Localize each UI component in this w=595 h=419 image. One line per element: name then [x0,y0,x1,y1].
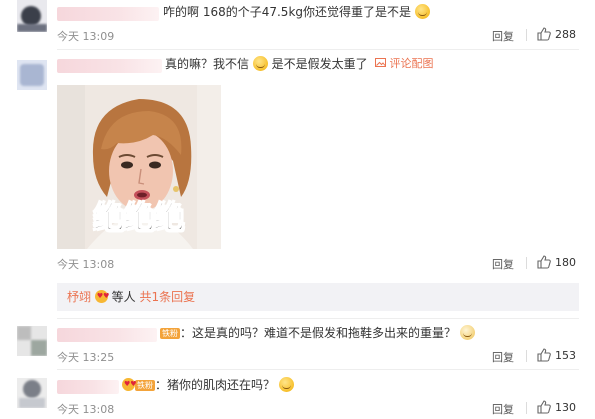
username[interactable] [57,380,119,394]
fan-badge: 铁粉 [160,328,180,339]
smile-emoji-icon [252,56,268,71]
meme-caption: 绝绝绝 [94,201,185,237]
comment-text: ♥♥ 铁粉 ：猪你的肌肉还在吗？ [122,377,294,393]
avatar[interactable] [17,0,47,32]
thumbs-up-icon [537,348,551,362]
like-button[interactable]: 180 [537,255,576,269]
username[interactable] [57,59,162,73]
reply-button[interactable]: 回复 [492,28,514,44]
tongue-out-emoji-icon [278,377,294,392]
comment-time: 今天 13:09 [57,30,115,43]
sub-reply-user[interactable]: 杼翊 [67,290,91,304]
sub-reply-others: 等人 [111,290,136,304]
comment-time: 今天 13:08 [57,258,115,271]
reply-button[interactable]: 回复 [492,256,514,272]
fan-badge: 铁粉 [135,380,155,391]
username[interactable] [57,7,159,21]
comment-time: 今天 13:08 [57,403,115,416]
divider [526,29,527,41]
like-button[interactable]: 288 [537,27,576,41]
image-icon [375,58,386,67]
heart-eyes-emoji-icon: ♥♥ [122,378,137,391]
sub-reply-count-link[interactable]: 共1条回复 [140,290,196,304]
like-button[interactable]: 130 [537,400,576,414]
comment-picture-link[interactable]: 评论配图 [375,56,434,72]
comment-image[interactable]: 绝绝绝 [57,85,221,249]
divider [526,402,527,414]
heart-eyes-emoji-icon: ♥♥ [94,290,109,303]
thumbs-up-icon [537,27,551,41]
cat-face-emoji-icon [459,325,475,340]
divider [526,257,527,269]
divider [526,350,527,362]
thumbs-up-icon [537,400,551,414]
like-button[interactable]: 153 [537,348,576,362]
comment-text: 咋的啊 168的个子47.5kg你还觉得重了是不是 [163,4,430,20]
reply-button[interactable]: 回复 [492,349,514,365]
comment-text: 铁粉 ：这是真的吗？难道不是假发和拖鞋多出来的重量？ [160,325,475,341]
comment-item: ♥♥ 铁粉 ：猪你的肌肉还在吗？ 今天 13:08 回复 130 [0,370,595,419]
thumbs-up-icon [537,255,551,269]
awkward-smile-emoji-icon [414,4,430,19]
comment-time: 今天 13:25 [57,351,115,364]
comment-item: 咋的啊 168的个子47.5kg你还觉得重了是不是 今天 13:09 回复 28… [0,0,595,50]
comment-text: 真的嘛？我不信 是不是假发太重了 [165,56,368,71]
avatar[interactable] [17,60,47,90]
avatar[interactable] [17,326,47,356]
sub-reply-summary[interactable]: 杼翊 ♥♥ 等人 共1条回复 [57,283,579,311]
username[interactable] [57,328,157,342]
comment-item: 铁粉 ：这是真的吗？难道不是假发和拖鞋多出来的重量？ 今天 13:25 回复 15… [0,318,595,370]
reply-button[interactable]: 回复 [492,401,514,417]
avatar[interactable] [17,378,47,408]
